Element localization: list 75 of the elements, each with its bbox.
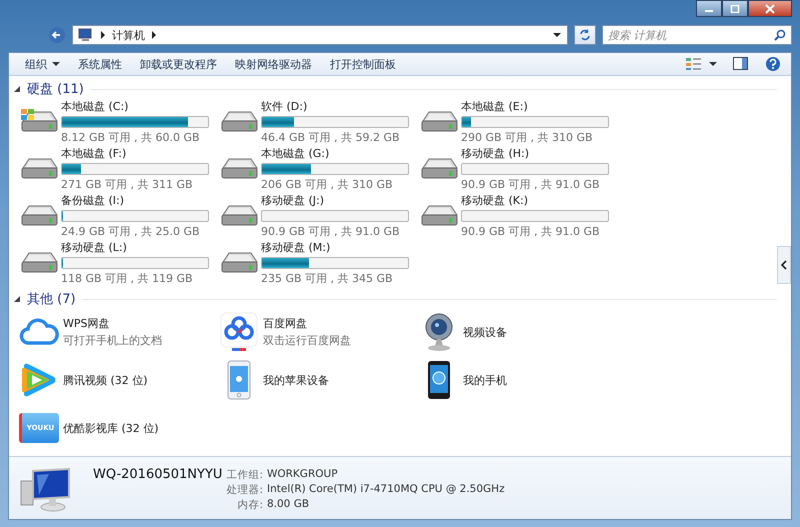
drive-name: 备份磁盘 (I:) [61,192,126,208]
drive-space: 46.4 GB 可用 , 共 59.2 GB [261,130,401,145]
collapse-icon[interactable] [13,295,21,304]
chevron-icon [99,30,107,40]
drive-space: 271 GB 可用 , 共 311 GB [61,176,194,192]
preview-pane-icon[interactable] [733,57,749,72]
drive-space: 206 GB 可用 , 共 310 GB [261,176,394,192]
close-icon [764,4,776,14]
refresh-icon [578,28,592,42]
item-name: WPS网盘 [63,316,110,332]
toolbar-button[interactable]: 打开控制面板 [324,54,402,75]
item-name: 百度网盘 [263,316,308,332]
item-name: 我的手机 [463,372,507,388]
maximize-icon [730,4,740,12]
group-header[interactable]: 其他 (7) [27,290,76,308]
drive-space: 290 GB 可用 , 共 310 GB [461,130,594,145]
chevron-icon [781,260,787,270]
detail-value: Intel(R) Core(TM) i7-4710MQ CPU @ 2.50GHz [266,483,505,498]
computer-name: WQ-20160501NYYU [93,467,222,482]
computer-icon [78,28,94,42]
chevron-icon [150,30,158,40]
detail-label: 工作组: [226,468,263,482]
drive-name: 软件 (D:) [261,98,308,114]
minimize-button[interactable] [696,0,722,17]
play-icon[interactable] [20,362,58,398]
toolbar-button[interactable]: 卸载或更改程序 [134,54,223,75]
dropdown-icon[interactable] [552,31,562,39]
drive-name: 移动硬盘 (K:) [461,192,529,208]
drive-space: 8.12 GB 可用 , 共 60.0 GB [61,130,201,145]
item-name: 腾讯视频 (32 位) [63,372,148,388]
toolbar-button[interactable]: 映射网络驱动器 [229,54,318,75]
drive-space: 24.9 GB 可用 , 共 25.0 GB [61,224,201,239]
refresh-button[interactable] [574,25,596,45]
maximize-button[interactable] [722,0,748,17]
detail-label: 内存: [236,498,263,512]
drive-space: 90.9 GB 可用 , 共 91.0 GB [461,176,601,192]
item-name: 我的苹果设备 [263,372,329,388]
drive-name: 移动硬盘 (H:) [461,146,530,161]
drive-name: 本地磁盘 (G:) [261,146,330,161]
caret-icon[interactable] [709,61,717,68]
collapse-tab[interactable] [777,246,791,284]
caret-icon [52,61,60,68]
cloud-icon[interactable] [19,317,59,348]
drive-space: 90.9 GB 可用 , 共 91.0 GB [461,224,601,239]
toolbar-button[interactable]: 系统属性 [72,54,128,75]
view-options-icon[interactable] [685,57,703,72]
item-name: 优酷影视库 (32 位) [63,420,159,436]
cloud-app-icon[interactable] [220,312,258,352]
drive-space: 118 GB 可用 , 共 119 GB [61,270,194,286]
group-header[interactable]: 硬盘 (11) [27,80,84,98]
drive-name: 移动硬盘 (L:) [61,240,128,255]
detail-label: 处理器: [226,483,263,498]
search-icon [774,29,786,41]
item-name: 视频设备 [463,324,507,340]
organize-menu[interactable]: 组织 [19,54,66,75]
search-field[interactable]: 搜索 计算机 [602,25,792,45]
detail-value: WORKGROUP [266,468,339,482]
phone-icon[interactable] [427,360,451,400]
drive-space: 235 GB 可用 , 共 345 GB [261,270,394,286]
drive-name: 本地磁盘 (C:) [61,98,130,114]
address-bar[interactable]: 计算机 [72,25,568,45]
detail-value: 8.00 GB [266,498,310,512]
webcam-icon[interactable] [423,312,455,352]
drive-name: 移动硬盘 (J:) [261,192,326,208]
back-button[interactable] [48,26,66,44]
item-description: 可打开手机上的文档 [63,333,162,348]
breadcrumb[interactable]: 计算机 [112,28,145,42]
close-button[interactable] [748,0,792,17]
drive-name: 本地磁盘 (F:) [61,146,128,161]
drive-name: 本地磁盘 (E:) [461,98,529,114]
help-icon[interactable] [765,56,781,72]
item-description: 双击运行百度网盘 [263,333,351,348]
drive-space: 90.9 GB 可用 , 共 91.0 GB [261,224,401,239]
drive-name: 移动硬盘 (M:) [261,240,332,255]
collapse-icon[interactable] [13,85,21,94]
